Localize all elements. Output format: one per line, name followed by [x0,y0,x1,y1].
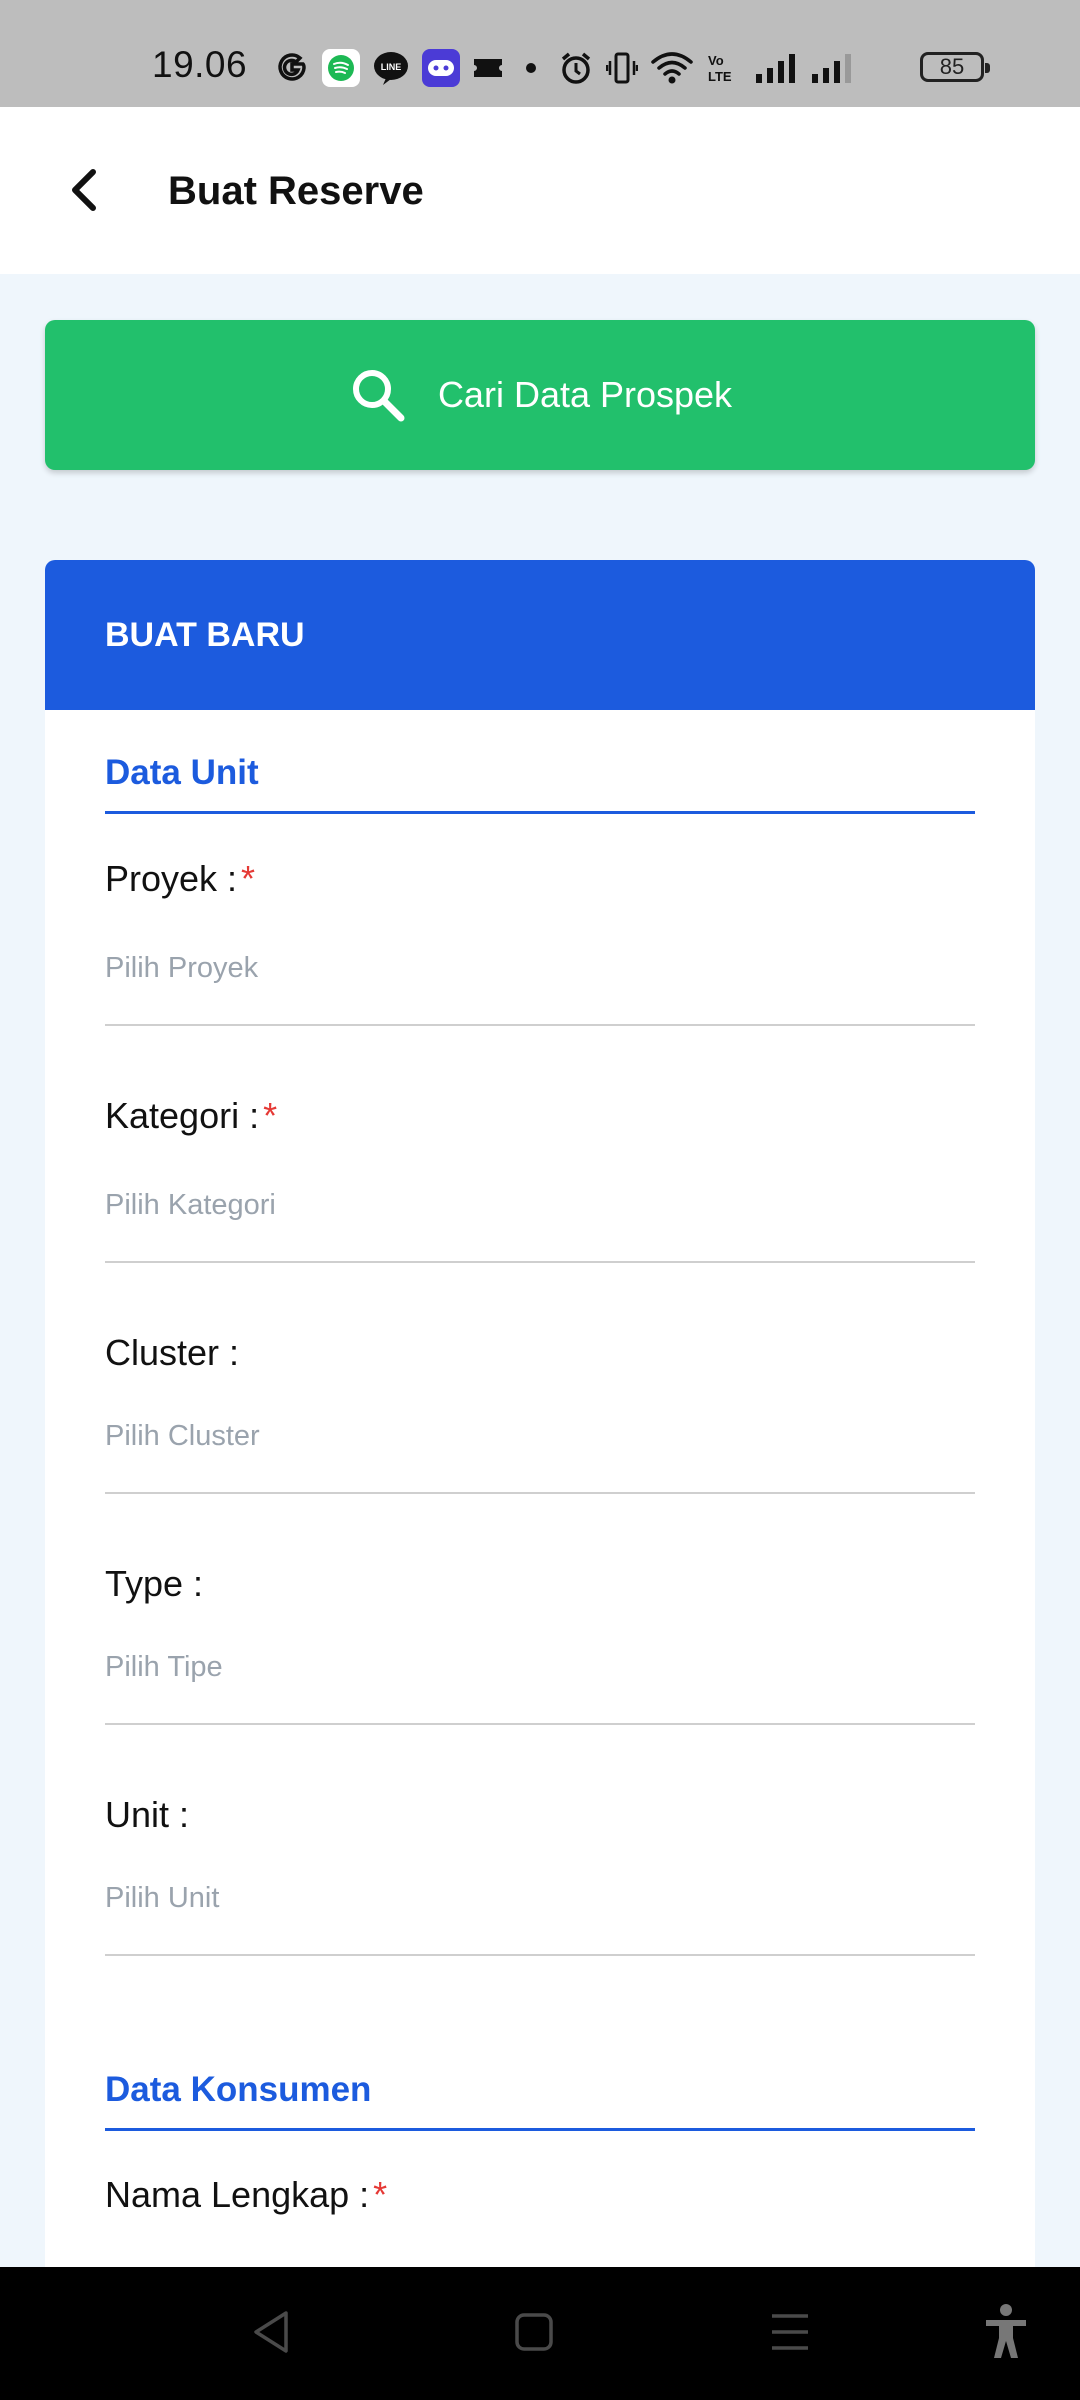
status-time: 19.06 [152,44,248,85]
ticket-icon [472,48,504,88]
wifi-icon [650,48,694,88]
nav-back-button[interactable] [250,2307,294,2362]
signal-icon [754,48,798,88]
volte-icon: Vo LTE [706,48,742,88]
page-title: Buat Reserve [168,169,424,213]
nav-recents-button[interactable] [768,2307,812,2362]
alarm-icon [558,48,594,88]
search-icon [352,370,405,422]
home-square-icon [515,2313,553,2351]
status-icons: LINE Vo LTE [274,46,854,90]
kategori-select[interactable]: Pilih Kategori [105,1177,975,1263]
google-icon [274,48,310,88]
required-mark: * [263,1095,278,1136]
line-icon: LINE [372,48,410,88]
card-header-title: BUAT BARU [105,615,305,654]
svg-text:LTE: LTE [708,69,732,84]
field-cluster: Cluster : Pilih Cluster [105,1332,975,1494]
field-type: Type : Pilih Tipe [105,1563,975,1725]
field-label: Type : [105,1563,204,1604]
section-title-data-unit: Data Unit [105,753,975,814]
field-kategori: Kategori : * Pilih Kategori [105,1095,975,1263]
nav-home-button[interactable] [512,2307,556,2362]
nav-accessibility-button[interactable] [982,2303,1030,2366]
dot-icon [516,48,546,88]
game-icon [422,49,460,87]
type-select[interactable]: Pilih Tipe [105,1639,975,1725]
field-label-text: Proyek : [105,858,238,899]
system-nav-bar [0,2267,1080,2400]
vibrate-icon [606,48,638,88]
field-label: Kategori : * [105,1095,975,1137]
field-label: Proyek : * [105,858,975,900]
app-header: Buat Reserve [0,107,1080,274]
search-prospect-button[interactable]: Cari Data Prospek [45,320,1035,470]
unit-select[interactable]: Pilih Unit [105,1870,975,1956]
form-card: BUAT BARU Data Unit Proyek : * Pilih Proy… [45,560,1035,2400]
proyek-select[interactable]: Pilih Proyek [105,940,975,1026]
field-unit: Unit : Pilih Unit [105,1794,975,1956]
accessibility-icon [986,2304,1026,2358]
spotify-icon [322,49,360,87]
field-label-text: Kategori : [105,1095,260,1136]
field-proyek: Proyek : * Pilih Proyek [105,858,975,1026]
field-nama-lengkap: Nama Lengkap : * [105,2174,975,2216]
card-header: BUAT BARU [45,560,1035,710]
svg-text:Vo: Vo [708,53,724,68]
cluster-select[interactable]: Pilih Cluster [105,1408,975,1494]
battery-indicator: 85 [920,52,990,82]
status-bar: 19.06 LINE Vo LTE 85 [0,0,1080,107]
field-label: Nama Lengkap : * [105,2174,975,2216]
signal-icon [810,48,854,88]
back-button[interactable] [58,157,110,223]
field-label: Unit : [105,1794,190,1835]
required-mark: * [373,2174,388,2215]
line-icon-text: LINE [381,62,402,72]
back-triangle-icon [254,2311,288,2353]
section-title-data-konsumen: Data Konsumen [105,2070,975,2131]
chevron-left-icon [72,169,96,211]
field-label: Cluster : [105,1332,240,1373]
required-mark: * [241,858,256,899]
recents-menu-icon [772,2314,808,2350]
field-label-text: Nama Lengkap : [105,2174,370,2215]
search-prospect-label: Cari Data Prospek [437,374,733,415]
